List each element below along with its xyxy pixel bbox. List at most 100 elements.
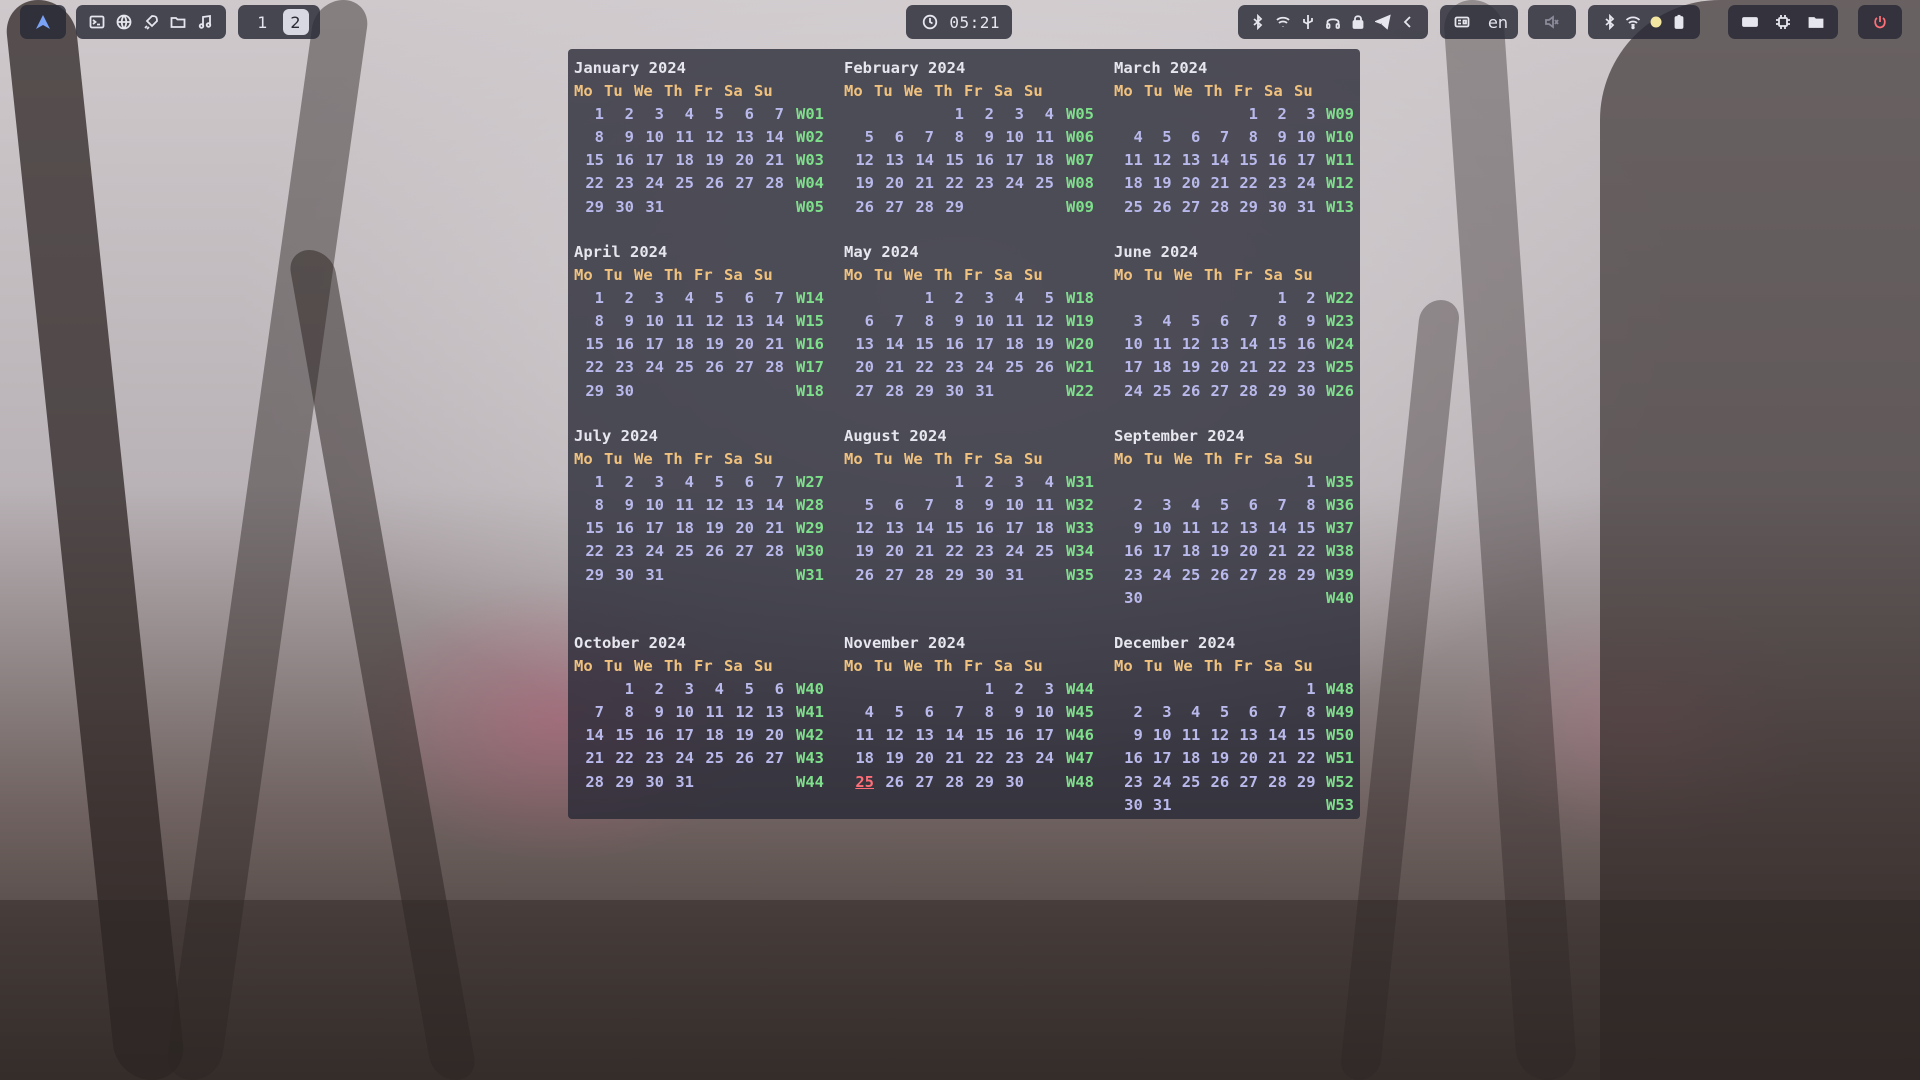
day-cell[interactable]: 16: [604, 517, 634, 540]
day-cell[interactable]: 24: [964, 356, 994, 379]
day-cell[interactable]: 20: [724, 149, 754, 172]
day-cell[interactable]: 30: [604, 380, 634, 403]
day-cell[interactable]: 15: [934, 149, 964, 172]
day-cell[interactable]: 26: [724, 747, 754, 770]
day-cell[interactable]: 30: [1258, 196, 1287, 219]
day-cell[interactable]: 2: [1258, 103, 1286, 126]
day-cell[interactable]: 17: [1024, 724, 1054, 747]
day-cell[interactable]: 4: [1143, 310, 1171, 333]
clock-widget[interactable]: 05:21: [906, 5, 1012, 39]
day-cell[interactable]: 29: [574, 196, 604, 219]
day-cell[interactable]: 2: [1114, 701, 1142, 724]
day-cell[interactable]: 11: [694, 701, 724, 724]
day-cell[interactable]: 13: [874, 149, 904, 172]
day-cell[interactable]: 3: [1143, 494, 1171, 517]
day-cell[interactable]: 29: [1287, 564, 1316, 587]
day-cell[interactable]: 17: [634, 149, 664, 172]
day-cell[interactable]: 21: [754, 517, 784, 540]
day-cell[interactable]: 25: [694, 747, 724, 770]
day-cell[interactable]: 30: [604, 196, 634, 219]
day-cell[interactable]: 22: [574, 540, 604, 563]
day-cell[interactable]: 11: [664, 494, 694, 517]
day-cell[interactable]: 27: [904, 771, 934, 794]
day-cell[interactable]: 14: [1258, 724, 1287, 747]
chip-icon[interactable]: [1773, 12, 1793, 32]
day-cell[interactable]: 24: [1143, 564, 1172, 587]
day-cell[interactable]: 13: [724, 494, 754, 517]
day-cell[interactable]: 23: [604, 356, 634, 379]
day-cell[interactable]: 5: [1024, 287, 1054, 310]
day-cell[interactable]: 16: [1114, 747, 1143, 770]
day-cell[interactable]: 16: [604, 149, 634, 172]
day-cell[interactable]: 26: [844, 564, 874, 587]
day-cell[interactable]: 20: [1229, 747, 1258, 770]
day-cell[interactable]: 10: [1143, 517, 1172, 540]
day-cell[interactable]: 1: [574, 471, 604, 494]
day-cell[interactable]: 19: [694, 517, 724, 540]
day-cell[interactable]: 6: [1200, 310, 1229, 333]
day-cell[interactable]: 27: [874, 564, 904, 587]
day-cell[interactable]: 13: [1200, 333, 1230, 356]
day-cell[interactable]: 2: [964, 471, 994, 494]
day-cell[interactable]: 16: [1287, 333, 1316, 356]
day-cell[interactable]: 2: [604, 103, 634, 126]
day-cell[interactable]: 23: [934, 356, 964, 379]
day-cell[interactable]: 11: [994, 310, 1024, 333]
workspace-1[interactable]: 1: [250, 9, 276, 35]
day-cell[interactable]: 1: [934, 471, 964, 494]
day-cell[interactable]: 23: [964, 172, 994, 195]
day-cell[interactable]: 17: [1114, 356, 1143, 379]
day-cell[interactable]: 28: [904, 196, 934, 219]
usb-icon[interactable]: [1298, 12, 1318, 32]
day-cell[interactable]: 27: [754, 747, 784, 770]
day-cell[interactable]: 18: [1024, 149, 1054, 172]
network-icon[interactable]: [1273, 12, 1293, 32]
day-cell[interactable]: 28: [1258, 564, 1287, 587]
day-cell[interactable]: 20: [904, 747, 934, 770]
day-cell[interactable]: 26: [1200, 564, 1230, 587]
day-cell[interactable]: 10: [634, 310, 664, 333]
file-manager-icon[interactable]: [168, 12, 188, 32]
day-cell[interactable]: 3: [1114, 310, 1142, 333]
day-cell[interactable]: 25: [664, 172, 694, 195]
day-cell[interactable]: 5: [724, 678, 754, 701]
day-cell[interactable]: 16: [634, 724, 664, 747]
day-cell[interactable]: 28: [574, 771, 604, 794]
day-cell[interactable]: 6: [874, 126, 904, 149]
day-cell[interactable]: 29: [604, 771, 634, 794]
day-cell[interactable]: 9: [1114, 724, 1142, 747]
day-cell[interactable]: 23: [604, 172, 634, 195]
day-cell[interactable]: 6: [844, 310, 874, 333]
day-cell[interactable]: 10: [994, 494, 1024, 517]
day-cell[interactable]: 20: [724, 333, 754, 356]
day-cell[interactable]: 10: [1114, 333, 1143, 356]
day-cell[interactable]: 20: [874, 540, 904, 563]
day-cell[interactable]: 4: [664, 103, 694, 126]
day-cell[interactable]: 13: [1229, 517, 1258, 540]
day-cell[interactable]: 25: [1024, 172, 1054, 195]
day-cell[interactable]: 26: [1172, 380, 1201, 403]
day-cell[interactable]: 1: [964, 678, 994, 701]
day-cell[interactable]: 24: [634, 540, 664, 563]
day-cell[interactable]: 8: [604, 701, 634, 724]
day-cell[interactable]: 27: [1200, 380, 1230, 403]
day-cell[interactable]: 14: [754, 494, 784, 517]
day-cell[interactable]: 16: [1258, 149, 1287, 172]
day-cell[interactable]: 23: [994, 747, 1024, 770]
day-cell[interactable]: 16: [964, 149, 994, 172]
day-cell[interactable]: 1: [604, 678, 634, 701]
day-cell[interactable]: 24: [1114, 380, 1143, 403]
day-cell[interactable]: 3: [994, 471, 1024, 494]
day-cell[interactable]: 11: [1114, 149, 1143, 172]
day-cell[interactable]: 29: [1258, 380, 1287, 403]
terminal-icon[interactable]: [87, 12, 107, 32]
day-cell[interactable]: 26: [694, 540, 724, 563]
day-cell[interactable]: 4: [664, 287, 694, 310]
day-cell[interactable]: 18: [1172, 747, 1201, 770]
day-cell[interactable]: 11: [664, 126, 694, 149]
headphones-icon[interactable]: [1323, 12, 1343, 32]
day-cell[interactable]: 3: [1143, 701, 1171, 724]
day-cell[interactable]: 17: [994, 517, 1024, 540]
day-cell[interactable]: 22: [934, 172, 964, 195]
day-cell[interactable]: 19: [874, 747, 904, 770]
